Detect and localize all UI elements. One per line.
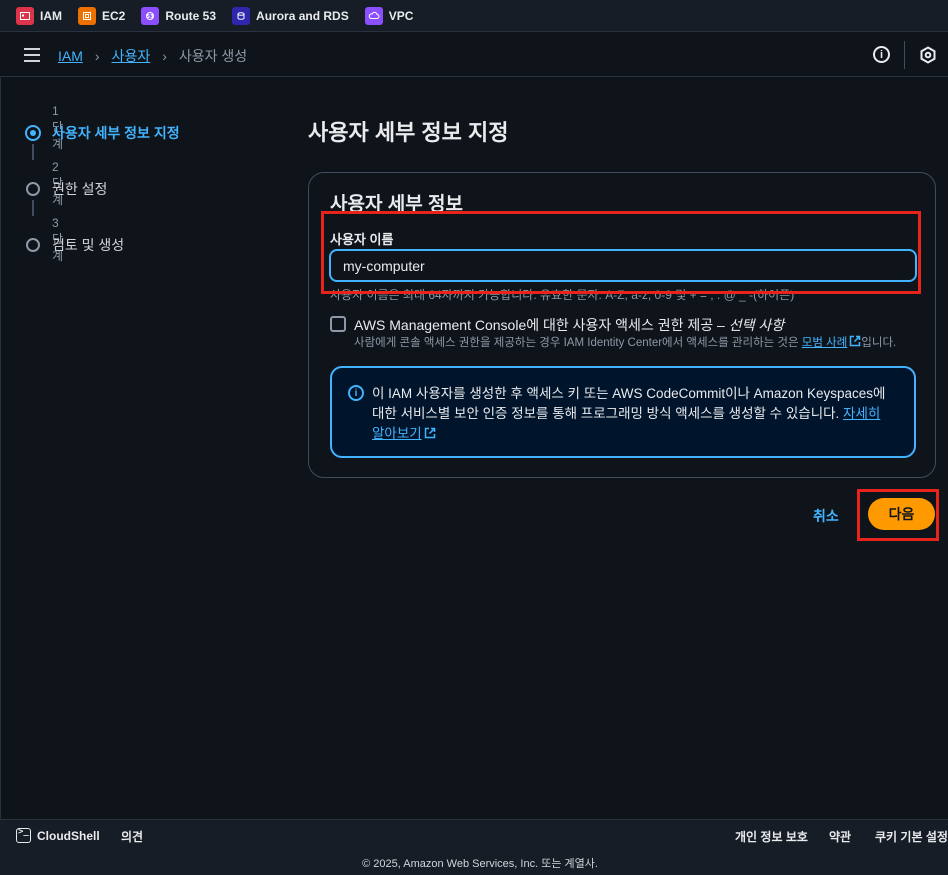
copyright: © 2025, Amazon Web Services, Inc. 또는 계열사… (362, 858, 598, 870)
breadcrumb-bar: IAM › 사용자 › 사용자 생성 i (0, 33, 948, 77)
favorites-bar: IAM EC2 53 Route 53 Aurora and RDS VPC (0, 0, 948, 32)
breadcrumb-users[interactable]: 사용자 (112, 46, 151, 66)
favorite-label: Aurora and RDS (256, 8, 349, 23)
step-label: 검토 및 생성 (52, 237, 125, 253)
best-practice-link[interactable]: 모범 사례 (801, 335, 862, 349)
cookie-preferences-link[interactable]: 쿠키 기본 설정 (875, 828, 948, 845)
page-title: 사용자 세부 정보 지정 (308, 120, 509, 145)
info-circle-icon: i (348, 385, 364, 401)
divider (904, 41, 905, 69)
info-icon[interactable]: i (873, 46, 890, 63)
vpc-icon (364, 6, 383, 25)
rds-icon (232, 6, 251, 25)
description-suffix: 입니다. (861, 337, 897, 349)
favorite-rds[interactable]: Aurora and RDS (232, 6, 349, 25)
external-link-icon (850, 335, 861, 347)
route53-icon: 53 (141, 6, 160, 25)
chevron-right-icon: › (94, 48, 100, 64)
step-label: 권한 설정 (52, 181, 108, 197)
privacy-link[interactable]: 개인 정보 보호 (735, 828, 808, 845)
settings-icon[interactable] (919, 46, 937, 64)
breadcrumb-iam[interactable]: IAM (58, 48, 83, 64)
step-active-icon (25, 125, 41, 141)
link-text: 모범 사례 (801, 337, 848, 349)
cancel-button[interactable]: 취소 (813, 506, 839, 526)
description-text: 사람에게 콘솔 액세스 권한을 제공하는 경우 IAM Identity Cen… (354, 337, 802, 349)
optional-tag: 선택 사항 (728, 317, 785, 333)
favorite-route53[interactable]: 53 Route 53 (141, 6, 217, 25)
terminal-icon (16, 827, 31, 843)
console-access-text: AWS Management Console에 대한 사용자 액세스 권한 제공… (354, 317, 729, 333)
breadcrumb: IAM › 사용자 › 사용자 생성 (58, 46, 247, 66)
favorite-ec2[interactable]: EC2 (78, 6, 126, 25)
favorite-label: Route 53 (165, 8, 217, 23)
highlight-next-button (857, 489, 939, 541)
menu-icon[interactable] (24, 48, 40, 62)
console-access-description: 사람에게 콘솔 액세스 권한을 제공하는 경우 IAM Identity Cen… (354, 334, 896, 350)
cloudshell-button[interactable]: CloudShell (16, 827, 100, 843)
cloudshell-label: CloudShell (37, 828, 100, 843)
terms-link[interactable]: 약관 (829, 828, 851, 845)
ec2-icon (78, 6, 96, 25)
console-access-label: AWS Management Console에 대한 사용자 액세스 권한 제공… (354, 315, 784, 335)
breadcrumb-current: 사용자 생성 (178, 48, 248, 64)
feedback-link[interactable]: 의견 (121, 828, 143, 845)
step-connector (32, 200, 34, 216)
left-edge (0, 78, 1, 819)
step-connector (32, 144, 34, 160)
info-alert: i 이 IAM 사용자를 생성한 후 액세스 키 또는 AWS CodeComm… (330, 366, 916, 458)
favorite-label: VPC (388, 8, 414, 23)
highlight-username-box (321, 211, 921, 294)
alert-text: 이 IAM 사용자를 생성한 후 액세스 키 또는 AWS CodeCommit… (372, 384, 892, 444)
chevron-right-icon: › (162, 48, 167, 64)
footer: CloudShell 의견 개인 정보 보호 약관 쿠키 기본 설정 © 202… (0, 819, 948, 875)
svg-text:53: 53 (147, 14, 154, 20)
favorite-label: EC2 (102, 8, 126, 23)
step-label: 사용자 세부 정보 지정 (52, 125, 180, 141)
step-inactive-icon (26, 182, 40, 196)
favorite-vpc[interactable]: VPC (364, 6, 414, 25)
iam-icon (16, 6, 34, 25)
external-link-icon (424, 427, 435, 439)
console-access-checkbox[interactable] (330, 316, 346, 332)
alert-message: 이 IAM 사용자를 생성한 후 액세스 키 또는 AWS CodeCommit… (372, 386, 886, 421)
step-inactive-icon (26, 238, 40, 252)
favorite-iam[interactable]: IAM (16, 6, 62, 25)
favorite-label: IAM (40, 8, 62, 23)
